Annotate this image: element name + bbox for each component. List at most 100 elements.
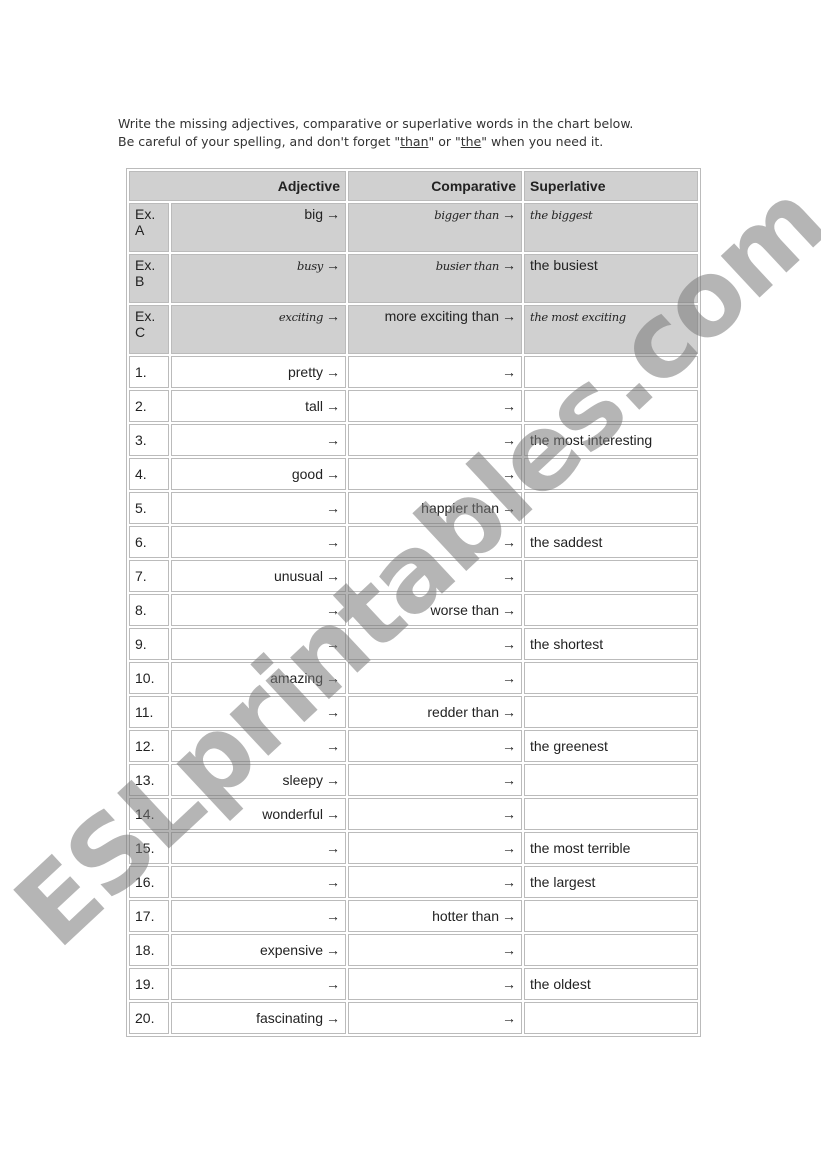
- adjective-cell[interactable]: →: [171, 492, 346, 524]
- row-number-text: 16.: [135, 874, 155, 890]
- arrow-right-icon: →: [326, 738, 340, 754]
- superlative-cell-text: the largest: [530, 874, 596, 890]
- superlative-cell[interactable]: [524, 1002, 698, 1034]
- adjective-cell-text: good: [291, 466, 323, 482]
- row-number-text: 2.: [135, 398, 147, 414]
- comparative-cell[interactable]: →: [348, 662, 522, 694]
- comparative-cell[interactable]: →: [348, 968, 522, 1000]
- comparative-cell[interactable]: →: [348, 390, 522, 422]
- example-label-text: Ex. C: [135, 308, 156, 340]
- adjective-cell: wonderful →: [171, 798, 346, 830]
- comparative-cell[interactable]: →: [348, 730, 522, 762]
- table-row: 15. → → the most terrible: [129, 832, 698, 864]
- superlative-cell: the most interesting: [524, 424, 698, 456]
- row-number-text: 13.: [135, 772, 155, 788]
- row-number: 1.: [129, 356, 169, 388]
- arrow-right-icon: →: [502, 636, 516, 652]
- superlative-cell[interactable]: [524, 458, 698, 490]
- row-number-text: 14.: [135, 806, 155, 822]
- comparative-cell: hotter than →: [348, 900, 522, 932]
- row-number-text: 19.: [135, 976, 155, 992]
- superlative-cell[interactable]: [524, 696, 698, 728]
- adjective-cell[interactable]: →: [171, 832, 346, 864]
- adjective-cell[interactable]: →: [171, 900, 346, 932]
- comparative-cell[interactable]: →: [348, 458, 522, 490]
- comparative-cell[interactable]: →: [348, 1002, 522, 1034]
- comparative-cell-text: hotter than: [432, 908, 499, 924]
- comparative-cell[interactable]: →: [348, 526, 522, 558]
- adjective-cell: busy →: [171, 254, 346, 303]
- superlative-cell[interactable]: [524, 798, 698, 830]
- adjective-cell: big →: [171, 203, 346, 252]
- superlative-cell-text: the saddest: [530, 534, 603, 550]
- comparative-cell: redder than →: [348, 696, 522, 728]
- comparative-cell[interactable]: →: [348, 934, 522, 966]
- comparative-cell[interactable]: →: [348, 628, 522, 660]
- superlative-cell[interactable]: [524, 390, 698, 422]
- arrow-right-icon: →: [326, 1010, 340, 1026]
- table-row: 9. → → the shortest: [129, 628, 698, 660]
- arrow-right-icon: →: [326, 704, 340, 720]
- adjective-cell[interactable]: →: [171, 628, 346, 660]
- row-number: 20.: [129, 1002, 169, 1034]
- row-number: 6.: [129, 526, 169, 558]
- comparative-cell[interactable]: →: [348, 832, 522, 864]
- arrow-right-icon: →: [502, 602, 516, 618]
- comparative-cell: bigger than →: [348, 203, 522, 252]
- instructions: Write the missing adjectives, comparativ…: [118, 115, 633, 151]
- adjective-cell[interactable]: →: [171, 730, 346, 762]
- row-number-text: 1.: [135, 364, 147, 380]
- superlative-cell[interactable]: [524, 900, 698, 932]
- row-number-text: 5.: [135, 500, 147, 516]
- comparative-cell[interactable]: →: [348, 764, 522, 796]
- table-row: 19. → → the oldest: [129, 968, 698, 1000]
- adjective-cell[interactable]: →: [171, 526, 346, 558]
- arrow-right-icon: →: [326, 942, 340, 958]
- superlative-cell-text: the most interesting: [530, 432, 653, 448]
- superlative-cell[interactable]: [524, 492, 698, 524]
- superlative-cell-text: the shortest: [530, 636, 604, 652]
- adjective-cell: fascinating →: [171, 1002, 346, 1034]
- adjective-cell: unusual →: [171, 560, 346, 592]
- table-row: 20. fascinating → →: [129, 1002, 698, 1034]
- arrow-right-icon: →: [326, 568, 340, 584]
- superlative-cell[interactable]: [524, 934, 698, 966]
- row-number-text: 10.: [135, 670, 155, 686]
- adjective-cell[interactable]: →: [171, 424, 346, 456]
- comparative-cell[interactable]: →: [348, 356, 522, 388]
- adjective-cell[interactable]: →: [171, 968, 346, 1000]
- arrow-right-icon: →: [502, 257, 516, 273]
- arrow-right-icon: →: [502, 500, 516, 516]
- table-row: 8. → worse than →: [129, 594, 698, 626]
- comparative-cell-text: happier than: [421, 500, 499, 516]
- adjective-cell-text: fascinating: [256, 1010, 323, 1026]
- row-number: 7.: [129, 560, 169, 592]
- row-number: 17.: [129, 900, 169, 932]
- superlative-cell[interactable]: [524, 764, 698, 796]
- superlative-cell[interactable]: [524, 662, 698, 694]
- arrow-right-icon: →: [326, 670, 340, 686]
- adjective-cell[interactable]: →: [171, 696, 346, 728]
- adjective-cell[interactable]: →: [171, 866, 346, 898]
- superlative-cell[interactable]: [524, 560, 698, 592]
- row-number-text: 11.: [135, 704, 154, 720]
- row-number-text: 8.: [135, 602, 147, 618]
- comparative-cell[interactable]: →: [348, 424, 522, 456]
- row-number-text: 18.: [135, 942, 155, 958]
- comparative-cell[interactable]: →: [348, 798, 522, 830]
- superlative-cell[interactable]: [524, 356, 698, 388]
- row-number-text: 6.: [135, 534, 147, 550]
- arrow-right-icon: →: [326, 908, 340, 924]
- superlative-cell: the greenest: [524, 730, 698, 762]
- row-number: 12.: [129, 730, 169, 762]
- comparative-cell[interactable]: →: [348, 560, 522, 592]
- adjective-cell: amazing →: [171, 662, 346, 694]
- comparative-cell[interactable]: →: [348, 866, 522, 898]
- example-row: Ex. Cexciting → more exciting than → the mos…: [129, 305, 698, 354]
- superlative-cell[interactable]: [524, 594, 698, 626]
- table-row: 5. → happier than →: [129, 492, 698, 524]
- example-label: Ex. A: [129, 203, 169, 252]
- instruction-text: Be careful of your spelling, and don't f…: [118, 134, 401, 149]
- arrow-right-icon: →: [326, 257, 340, 273]
- adjective-cell[interactable]: →: [171, 594, 346, 626]
